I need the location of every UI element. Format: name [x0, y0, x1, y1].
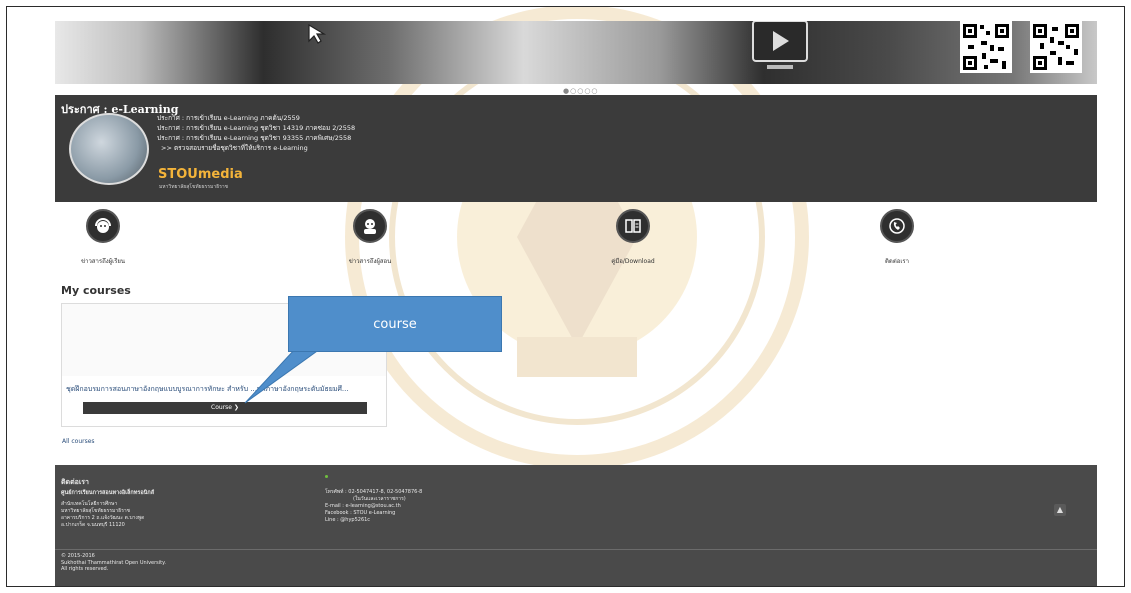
phone-line: โทรศัพท์ : 02-5047417-8, 02-5047876-8 [325, 489, 423, 495]
announcement-link[interactable]: ประกาศ : การเข้าเรียน e-Learning ชุดวิชา… [157, 133, 355, 143]
icon-label: ติดต่อเรา [885, 258, 909, 265]
contact-us-link[interactable]: ติดต่อเรา [837, 209, 957, 266]
address-line: มหาวิทยาลัยสุโขทัยธรรมาธิราช [61, 508, 131, 514]
announcement-panel: ประกาศ : e-Learning ประกาศ : การเข้าเรีย… [55, 95, 1097, 202]
footer-contact-info: โทรศัพท์ : 02-5047417-8, 02-5047876-8 (ใ… [325, 489, 422, 524]
address-line: อาคารบริการ 2 ถ.แจ้งวัฒนะ ต.บางพูด [61, 515, 145, 521]
qr-code-icon [960, 21, 1012, 73]
facebook-link[interactable]: Facebook : STOU e-Learning [325, 510, 422, 517]
stou-media-logo: STOUmedia [158, 167, 243, 182]
icon-label: ข่าวสารถึงผู้สอน [348, 258, 392, 265]
footer-org-name: ศูนย์การเรียนการสอนทางอิเล็กทรอนิกส์ [61, 490, 155, 496]
all-courses-link[interactable]: All courses [62, 438, 95, 445]
stou-media-subtitle: มหาวิทยาลัยสุโขทัยธรรมาธิราช [159, 184, 229, 190]
presenter-avatar [69, 113, 149, 185]
manual-download-link[interactable]: คู่มือ/Download [573, 209, 693, 266]
cursor-arrow-icon [308, 23, 327, 44]
copyright-line: All rights reserved. [61, 566, 109, 572]
callout-pointer [244, 348, 322, 404]
phone-contact-icon [889, 218, 905, 234]
icon-label: คู่มือ/Download [611, 258, 655, 265]
qr-code-icon [1030, 21, 1082, 73]
student-headset-icon [95, 218, 111, 233]
office-hours-line: (ในวันและเวลาราชการ) [353, 496, 406, 502]
manual-download-icon [625, 219, 641, 233]
footer-contact-title: ติดต่อเรา [61, 478, 89, 486]
slideshow-dots[interactable]: ●○○○○ [563, 87, 599, 95]
teacher-news-link[interactable]: ข่าวสารถึงผู้สอน [310, 209, 430, 266]
email-link[interactable]: E-mail : e-learning@stou.ac.th [325, 503, 422, 510]
banner-slideshow[interactable] [55, 21, 1097, 84]
scroll-to-top-button[interactable]: ▲ [1054, 504, 1066, 516]
student-news-link[interactable]: ข่าวสารถึงผู้เรียน [43, 209, 163, 266]
callout-label: course [288, 296, 502, 352]
address-line: อ.ปากเกร็ด จ.นนทบุรี 11120 [61, 522, 125, 528]
footer-copyright: © 2015-2016 Sukhothai Thammathirat Open … [61, 553, 166, 573]
video-monitor-icon [752, 21, 808, 69]
teacher-icon [364, 219, 376, 234]
line-id: Line : @hyp5261c [325, 517, 371, 523]
my-courses-heading: My courses [61, 284, 131, 297]
status-dot [325, 475, 328, 478]
footer-divider [55, 549, 1097, 550]
icon-label: ข่าวสารถึงผู้เรียน [80, 258, 126, 265]
announcement-link[interactable]: >> ตรวจสอบรายชื่อชุดวิชาที่ให้บริการ e-L… [157, 143, 355, 153]
address-line: สำนักเทคโนโลยีการศึกษา [61, 501, 118, 507]
announcement-list: ประกาศ : การเข้าเรียน e-Learning ภาคต้น/… [157, 113, 355, 153]
announcement-link[interactable]: ประกาศ : การเข้าเรียน e-Learning ชุดวิชา… [157, 123, 355, 133]
footer-address: สำนักเทคโนโลยีการศึกษา มหาวิทยาลัยสุโขทั… [61, 501, 144, 529]
site-footer: ติดต่อเรา ศูนย์การเรียนการสอนทางอิเล็กทร… [55, 465, 1097, 586]
announcement-link[interactable]: ประกาศ : การเข้าเรียน e-Learning ภาคต้น/… [157, 113, 355, 123]
browser-frame: ●○○○○ ประกาศ : e-Learning ประกาศ : การเข… [6, 6, 1125, 587]
chevron-up-icon: ▲ [1056, 505, 1064, 514]
